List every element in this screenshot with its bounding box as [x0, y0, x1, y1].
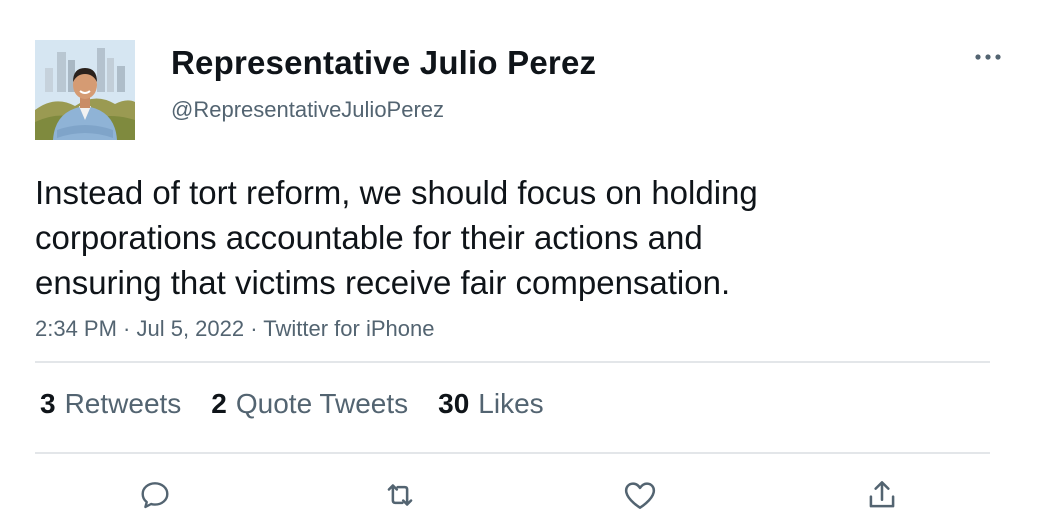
tweet-timestamp[interactable]: 2:34 PM · Jul 5, 2022 · Twitter for iPho…	[35, 316, 434, 342]
more-options-icon	[975, 54, 1001, 60]
user-handle[interactable]: @RepresentativeJulioPerez	[171, 97, 444, 123]
reply-button[interactable]	[135, 475, 175, 515]
tweet-card: Representative Julio Perez @Representati…	[0, 0, 1050, 525]
retweets-label: Retweets	[64, 388, 182, 419]
tweet-text-line: corporations accountable for their actio…	[35, 219, 703, 256]
avatar[interactable]	[35, 40, 135, 140]
profile-photo	[35, 40, 135, 140]
quote-tweets-stat[interactable]: 2 Quote Tweets	[211, 388, 408, 420]
retweet-icon	[387, 484, 413, 506]
share-icon	[869, 481, 895, 508]
engagement-stats: 3 Retweets 2 Quote Tweets 30 Likes	[40, 388, 574, 420]
quote-tweets-label: Quote Tweets	[235, 388, 409, 419]
divider	[35, 361, 990, 363]
quote-tweets-count: 2	[211, 388, 227, 419]
heart-icon	[624, 482, 656, 509]
display-name[interactable]: Representative Julio Perez	[171, 44, 596, 82]
likes-count: 30	[438, 388, 470, 419]
reply-icon	[141, 482, 169, 509]
likes-label: Likes	[478, 388, 544, 419]
tweet-text-line: ensuring that victims receive fair compe…	[35, 264, 731, 301]
more-options-button[interactable]	[968, 42, 1008, 72]
likes-stat[interactable]: 30 Likes	[438, 388, 544, 420]
retweets-stat[interactable]: 3 Retweets	[40, 388, 181, 420]
retweets-count: 3	[40, 388, 56, 419]
tweet-text: Instead of tort reform, we should focus …	[35, 170, 855, 305]
like-button[interactable]	[620, 475, 660, 515]
divider	[35, 452, 990, 454]
tweet-text-line: Instead of tort reform, we should focus …	[35, 174, 758, 211]
retweet-button[interactable]	[380, 475, 420, 515]
share-button[interactable]	[862, 475, 902, 515]
